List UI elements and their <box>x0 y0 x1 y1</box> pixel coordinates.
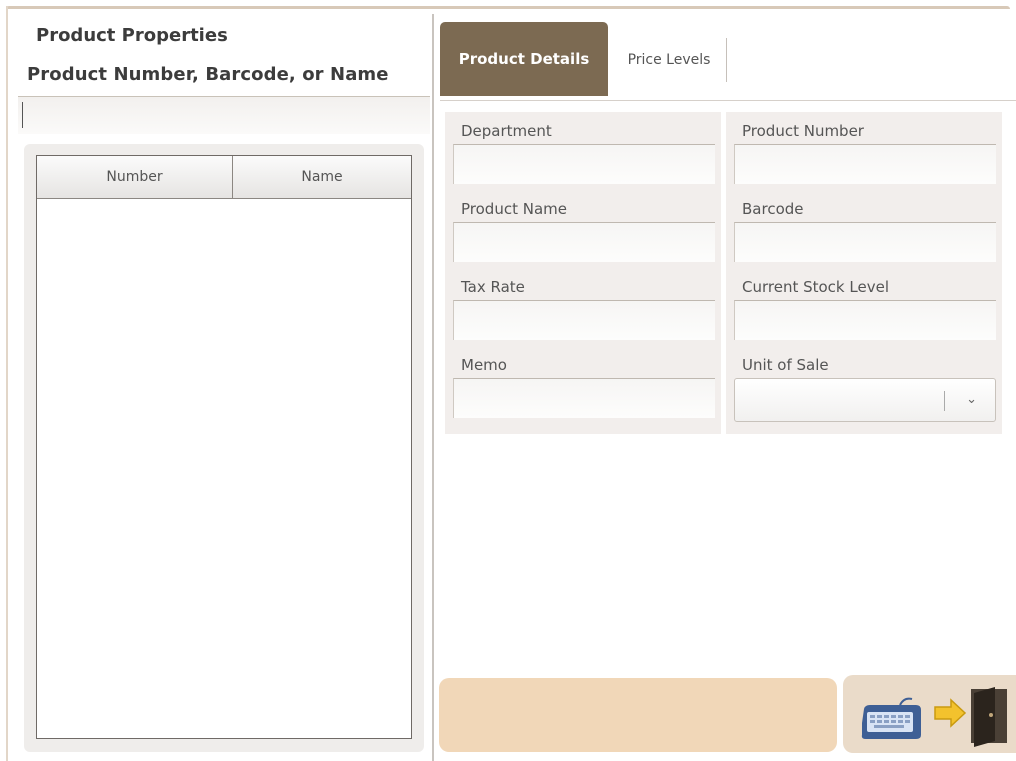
text-caret <box>22 102 23 128</box>
field-barcode: Barcode <box>726 190 1002 268</box>
status-message-bar <box>439 678 837 752</box>
list-header: Number Name <box>37 156 411 199</box>
department-input[interactable] <box>453 144 715 184</box>
column-header-number[interactable]: Number <box>37 156 233 198</box>
exit-button[interactable] <box>843 675 1016 753</box>
field-memo: Memo <box>445 346 721 434</box>
product-number-label: Product Number <box>742 122 864 140</box>
search-label: Product Number, Barcode, or Name <box>27 64 389 85</box>
barcode-label: Barcode <box>742 200 804 218</box>
panel-divider <box>432 14 434 761</box>
barcode-input[interactable] <box>734 222 996 262</box>
current-stock-level-label: Current Stock Level <box>742 278 889 296</box>
search-input[interactable] <box>18 96 430 134</box>
select-separator <box>944 391 945 411</box>
field-tax-rate: Tax Rate <box>445 268 721 346</box>
product-name-input[interactable] <box>453 222 715 262</box>
tax-rate-input[interactable] <box>453 300 715 340</box>
product-number-input[interactable] <box>734 144 996 184</box>
unit-of-sale-select[interactable]: ⌄ <box>734 378 996 422</box>
field-product-number: Product Number <box>726 112 1002 190</box>
tab-price-levels[interactable]: Price Levels <box>612 38 727 82</box>
field-current-stock-level: Current Stock Level <box>726 268 1002 346</box>
column-header-name[interactable]: Name <box>233 156 411 198</box>
window-frame-top <box>6 6 1010 9</box>
field-department: Department <box>445 112 721 190</box>
chevron-down-icon: ⌄ <box>966 392 977 407</box>
memo-input[interactable] <box>453 378 715 418</box>
memo-label: Memo <box>461 356 507 374</box>
current-stock-level-input[interactable] <box>734 300 996 340</box>
keyboard-arrow-door-icon <box>861 687 1007 747</box>
field-product-name: Product Name <box>445 190 721 268</box>
tax-rate-label: Tax Rate <box>461 278 525 296</box>
department-label: Department <box>461 122 552 140</box>
tab-product-details[interactable]: Product Details <box>440 22 608 96</box>
product-list[interactable]: Number Name <box>36 155 412 739</box>
tab-divider <box>440 100 1016 101</box>
window-frame-left <box>6 6 8 761</box>
unit-of-sale-label: Unit of Sale <box>742 356 829 374</box>
field-unit-of-sale: Unit of Sale ⌄ <box>726 346 1002 434</box>
panel-title: Product Properties <box>36 25 228 46</box>
product-name-label: Product Name <box>461 200 567 218</box>
